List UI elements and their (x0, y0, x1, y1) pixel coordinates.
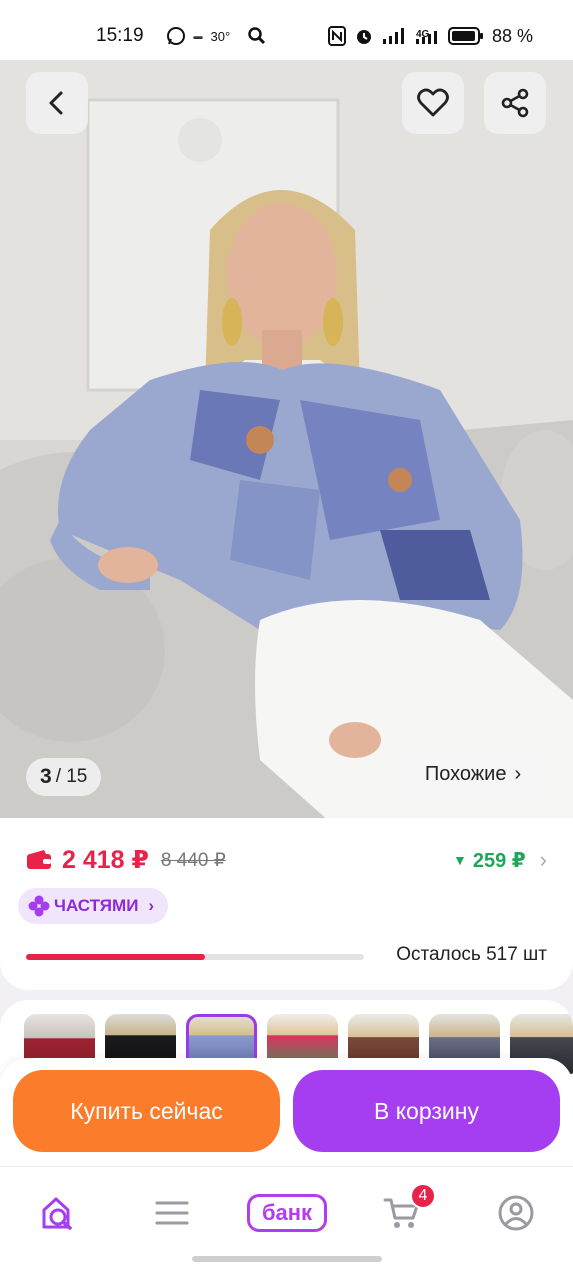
battery-percent: 88 % (491, 25, 533, 46)
product-image-gallery[interactable]: 3 / 15 Похожие › (0, 60, 573, 822)
whatsapp-icon (166, 26, 186, 46)
chevron-right-icon: › (539, 847, 547, 872)
gallery-counter: 3 / 15 (26, 758, 102, 796)
tab-bank[interactable]: банк (246, 1189, 328, 1237)
tab-cart[interactable]: 4 (372, 1183, 436, 1237)
cashback-amount: 259 ₽ (472, 849, 526, 872)
stock-progress-fill (26, 954, 206, 960)
favorite-button[interactable] (402, 72, 464, 134)
chevron-right-icon: › (514, 762, 522, 785)
stock-remaining: Осталось 517 шт (396, 944, 547, 965)
chevron-right-icon: › (148, 896, 155, 915)
back-button[interactable] (26, 72, 88, 134)
network-4g-icon: 4G (414, 26, 440, 46)
gallery-current-index: 3 (40, 765, 52, 788)
stock-progress-bar (26, 954, 364, 960)
nfc-icon (327, 26, 346, 46)
alarm-icon (354, 26, 374, 46)
price-card: 2 418 ₽ 8 440 ₽ ▼ 259 ₽ › ЧАСТЯМИ › Оста… (0, 818, 573, 990)
battery-icon (447, 27, 484, 45)
add-to-cart-button[interactable]: В корзину (293, 1070, 560, 1152)
similar-products-button[interactable]: Похожие › (398, 750, 548, 798)
tab-profile[interactable] (486, 1189, 546, 1237)
installment-icon (28, 895, 50, 917)
down-triangle-icon: ▼ (452, 852, 467, 868)
search-icon (248, 27, 266, 45)
cashback-link[interactable]: ▼ 259 ₽ › (453, 847, 547, 873)
tab-home[interactable] (30, 1189, 90, 1237)
wallet-icon (27, 850, 51, 869)
status-time: 15:19 (96, 25, 144, 46)
product-page: 15:19 ▬ 30° 4G 88 % 3 / 15 Похожие › 2 4… (0, 0, 573, 1280)
bank-label: банк (247, 1194, 327, 1232)
similar-label: Похожие (424, 762, 507, 785)
share-button[interactable] (484, 72, 546, 134)
price-row: 2 418 ₽ 8 440 ₽ ▼ 259 ₽ › (26, 842, 547, 878)
menu-icon (155, 1201, 189, 1225)
profile-icon (498, 1195, 534, 1231)
purchase-actions: Купить сейчас В корзину (0, 1058, 573, 1168)
share-icon (501, 88, 529, 118)
installment-button[interactable]: ЧАСТЯМИ › (18, 888, 169, 924)
notification-icon: ▬ (193, 31, 203, 41)
cart-badge: 4 (410, 1183, 436, 1209)
status-temperature: 30° (210, 28, 231, 44)
old-price: 8 440 ₽ (160, 849, 226, 871)
installment-label: ЧАСТЯМИ (54, 896, 139, 915)
tab-catalog[interactable] (142, 1189, 202, 1237)
buy-now-button[interactable]: Купить сейчас (13, 1070, 280, 1152)
signal-icon (382, 27, 406, 45)
product-photo (0, 60, 573, 822)
home-search-icon (42, 1197, 72, 1230)
gallery-total: / 15 (55, 766, 88, 787)
home-indicator (192, 1256, 382, 1262)
back-icon (49, 91, 63, 115)
current-price: 2 418 ₽ (62, 846, 149, 874)
heart-icon (417, 88, 449, 117)
bottom-tab-bar: банк 4 (0, 1166, 573, 1280)
